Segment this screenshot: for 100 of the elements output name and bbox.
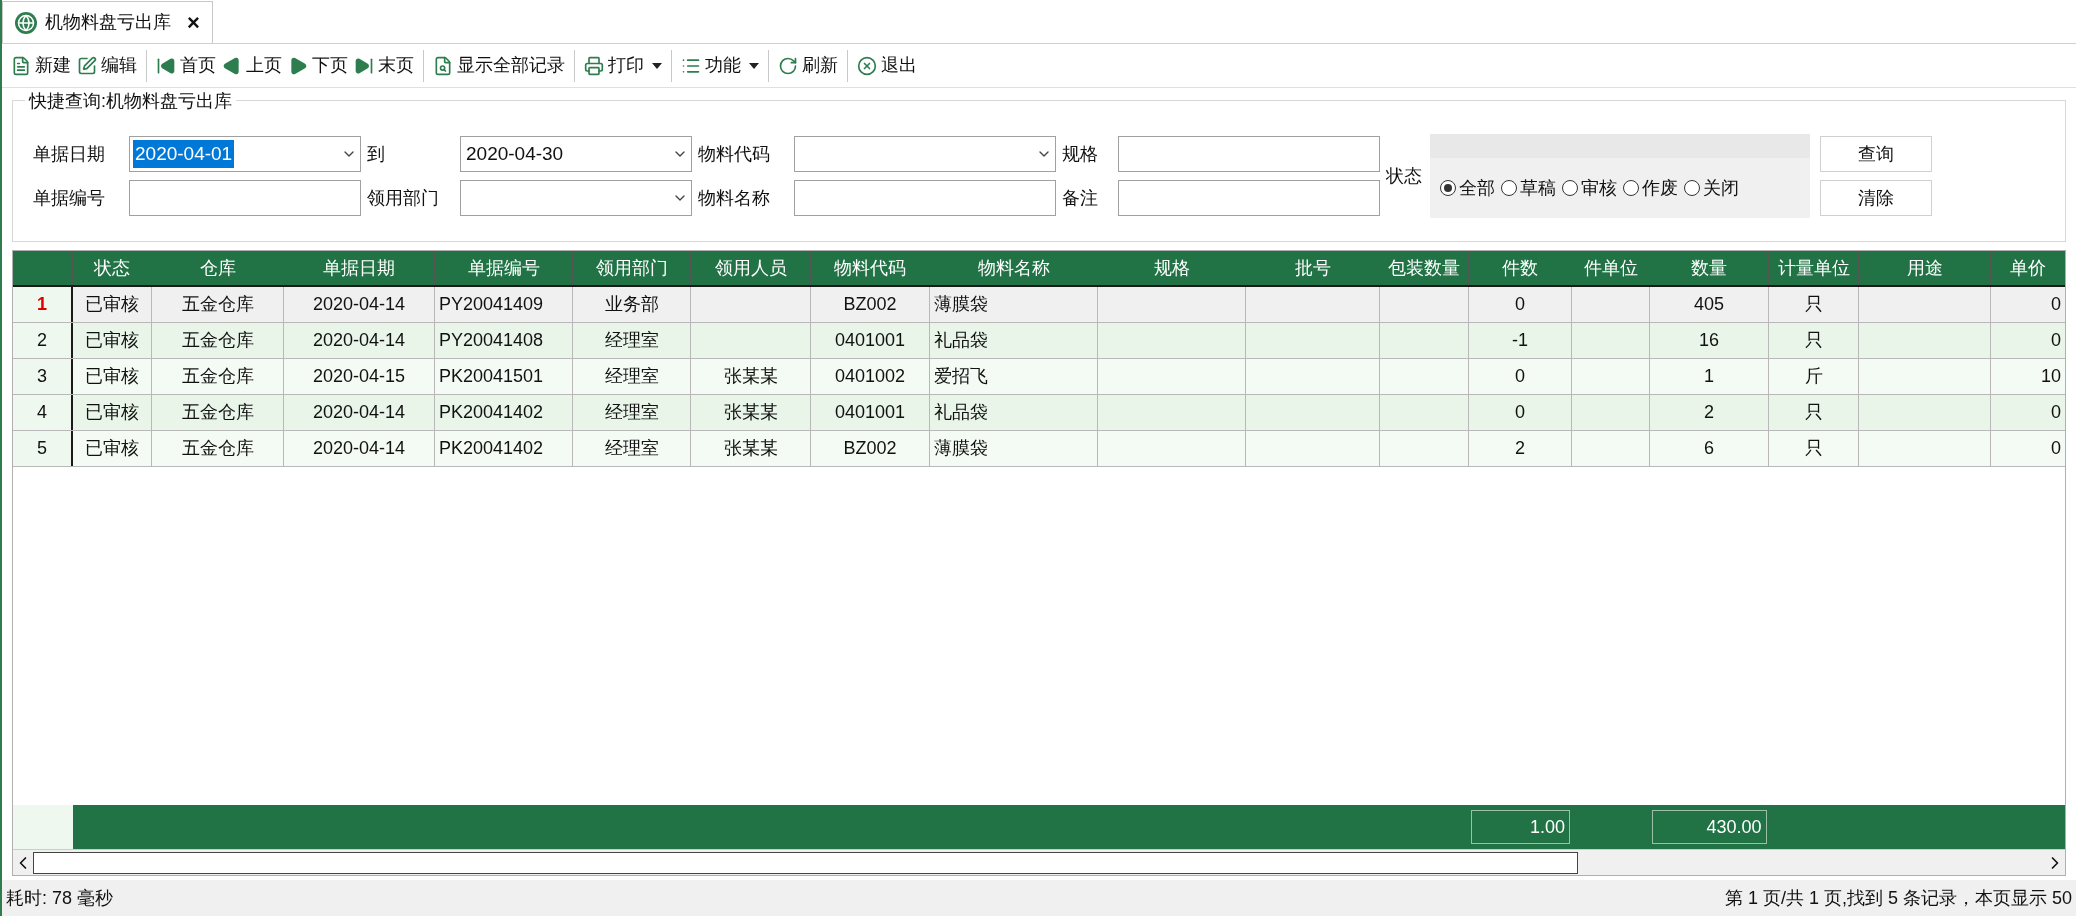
- table-cell-text: 0401001: [834, 401, 906, 424]
- column-header[interactable]: 件单位: [1572, 251, 1650, 285]
- column-header[interactable]: 领用部门: [573, 251, 691, 285]
- toolbar-button[interactable]: 显示全部记录: [430, 49, 568, 82]
- close-circle-icon: [857, 55, 877, 76]
- horizontal-scrollbar[interactable]: [13, 849, 2065, 875]
- status-radio[interactable]: 关闭: [1684, 174, 1739, 202]
- table-cell-text: 张某某: [723, 437, 778, 460]
- table-cell-text: 0: [1515, 401, 1525, 424]
- field-label: 备注: [1062, 186, 1099, 210]
- status-radio[interactable]: 全部: [1440, 174, 1495, 202]
- table-cell-text: 五金仓库: [181, 401, 254, 424]
- table-cell-text: 业务部: [604, 293, 659, 316]
- query-button[interactable]: 查询: [1820, 136, 1932, 172]
- toolbar-button[interactable]: 下页: [285, 49, 351, 82]
- query-button[interactable]: 清除: [1820, 180, 1932, 216]
- doc-number-input-field[interactable]: [129, 180, 361, 216]
- column-header[interactable]: 物料代码: [811, 251, 930, 285]
- spec-input-field[interactable]: [1118, 136, 1380, 172]
- toolbar-button[interactable]: 打印: [581, 49, 665, 82]
- table-cell-text: 五金仓库: [181, 365, 254, 388]
- table-cell-text: 2020-04-14: [312, 401, 406, 424]
- scroll-thumb[interactable]: [33, 851, 1578, 874]
- date-combo-field[interactable]: 2020-04-30: [460, 136, 692, 172]
- field-label: 领用部门: [367, 186, 440, 210]
- row-number[interactable]: 2: [13, 323, 73, 358]
- table-cell-text: 五金仓库: [181, 293, 254, 316]
- remark-input-field[interactable]: [1118, 180, 1380, 216]
- toolbar-button[interactable]: 退出: [854, 49, 920, 82]
- status-radio[interactable]: 草稿: [1501, 174, 1556, 202]
- field-label: 单据日期: [33, 142, 106, 166]
- table-cell-text: 经理室: [604, 401, 659, 424]
- status-label: 状态: [1386, 164, 1422, 188]
- field-label: 物料名称: [698, 186, 771, 210]
- toolbar-button[interactable]: 功能: [678, 49, 762, 82]
- column-header[interactable]: 数量: [1650, 251, 1769, 285]
- column-header[interactable]: 仓库: [152, 251, 284, 285]
- column-header[interactable]: 规格: [1098, 251, 1246, 285]
- column-header[interactable]: 批号: [1246, 251, 1380, 285]
- table-cell-text: BZ002: [843, 293, 897, 316]
- table-cell-text: 1: [1704, 365, 1714, 388]
- table-cell-text: 2020-04-15: [312, 365, 406, 388]
- table-cell-text: 2020-04-14: [312, 293, 406, 316]
- column-header[interactable]: 用途: [1859, 251, 1991, 285]
- row-number[interactable]: 3: [13, 359, 73, 394]
- total-value: 430.00: [1652, 810, 1767, 844]
- toolbar-button[interactable]: 末页: [351, 49, 417, 82]
- material-code-combo[interactable]: [794, 136, 1056, 172]
- table-cell-text: 0401001: [834, 329, 906, 352]
- status-radio[interactable]: 作废: [1623, 174, 1678, 202]
- table-cell-text: 经理室: [604, 329, 659, 352]
- row-number[interactable]: 5: [13, 431, 73, 466]
- department-combo[interactable]: [460, 180, 692, 216]
- row-number[interactable]: 1: [13, 287, 73, 322]
- toolbar-button[interactable]: 首页: [153, 49, 219, 82]
- column-header[interactable]: 物料名称: [930, 251, 1098, 285]
- status-radio[interactable]: 审核: [1562, 174, 1617, 202]
- table-cell-text: PY20041408: [439, 329, 544, 352]
- column-header[interactable]: 包装数量: [1380, 251, 1469, 285]
- table-cell-text: 经理室: [604, 365, 659, 388]
- column-header[interactable]: 单价: [1991, 251, 2065, 285]
- toolbar-button[interactable]: 刷新: [775, 49, 841, 82]
- table-cell-text: 已审核: [85, 293, 139, 316]
- table-cell-text: -1: [1512, 329, 1528, 352]
- material-name-input-field[interactable]: [794, 180, 1056, 216]
- table-cell-text: 已审核: [85, 365, 139, 388]
- document-icon: [11, 55, 31, 76]
- column-header[interactable]: 领用人员: [691, 251, 811, 285]
- toolbar-button[interactable]: 编辑: [74, 49, 140, 82]
- total-value: 1.00: [1471, 810, 1570, 844]
- column-header[interactable]: 件数: [1469, 251, 1572, 285]
- column-header[interactable]: 单据日期: [284, 251, 435, 285]
- table-cell-text: 已审核: [85, 437, 139, 460]
- column-header[interactable]: 状态: [73, 251, 152, 285]
- table-cell-text: PK20041402: [439, 401, 544, 424]
- table-cell-text: 只: [1804, 401, 1823, 424]
- table-cell-text: 2: [1515, 437, 1525, 460]
- table-cell-text: 张某某: [723, 365, 778, 388]
- table-cell-text: 经理室: [604, 437, 659, 460]
- field-label: 物料代码: [698, 142, 771, 166]
- printer-icon: [584, 55, 604, 76]
- row-number[interactable]: 4: [13, 395, 73, 430]
- column-header[interactable]: 单据编号: [435, 251, 573, 285]
- toolbar-button[interactable]: 新建: [8, 49, 74, 82]
- table-cell-text: 只: [1804, 329, 1823, 352]
- table-cell-text: 10: [2040, 365, 2061, 388]
- table-cell-text: PK20041402: [439, 437, 544, 460]
- close-button[interactable]: ×: [187, 6, 200, 39]
- table-cell-text: 礼品袋: [934, 329, 988, 352]
- left-triangle-icon: [222, 55, 242, 76]
- toolbar-button[interactable]: 上页: [219, 49, 285, 82]
- table-cell-text: 礼品袋: [934, 401, 988, 424]
- date-combo-field[interactable]: 2020-04-01: [129, 136, 361, 172]
- tab-title: 机物料盘亏出库: [45, 11, 171, 34]
- table-cell-text: 薄膜袋: [934, 293, 988, 316]
- table-cell-text: 爱招飞: [934, 365, 988, 388]
- column-header[interactable]: 计量单位: [1769, 251, 1859, 285]
- table-cell-text: 6: [1704, 437, 1714, 460]
- document-tab[interactable]: 机物料盘亏出库 ×: [2, 1, 213, 43]
- table-cell-text: 16: [1699, 329, 1719, 352]
